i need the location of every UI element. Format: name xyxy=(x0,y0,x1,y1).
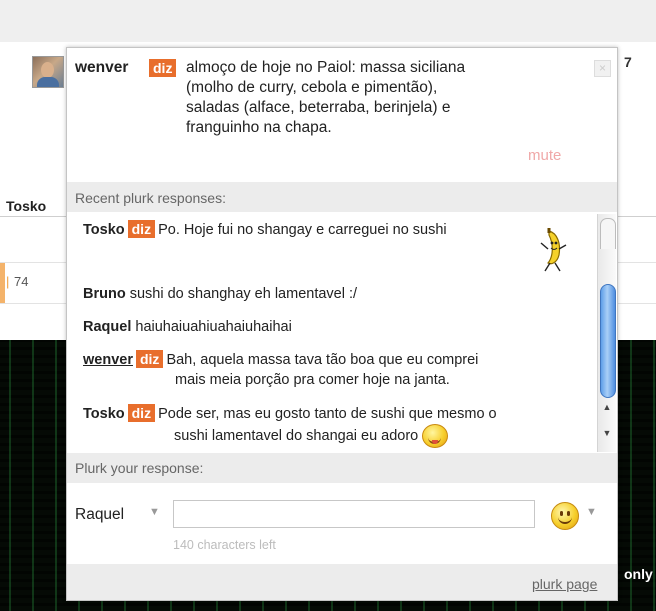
scroll-up-arrow-icon[interactable]: ▲ xyxy=(601,402,613,412)
mute-link[interactable]: mute xyxy=(528,147,561,164)
background-bar-accent xyxy=(0,263,5,303)
response-item: Bruno sushi do shanghay eh lamentavel :/ xyxy=(83,284,357,304)
background-bar-separator: | xyxy=(6,274,10,289)
avatar-body xyxy=(37,77,59,87)
response-text: Pode ser, mas eu gosto tanto de sushi qu… xyxy=(158,406,497,422)
response-author[interactable]: Tosko xyxy=(83,222,125,238)
response-text-continued: mais meia porção pra comer hoje na janta… xyxy=(175,372,450,388)
background-user-name: Tosko xyxy=(6,198,47,214)
responses-list[interactable]: Tosko diz Po. Hoje fui no shangay e carreg… xyxy=(67,213,597,453)
close-icon[interactable]: × xyxy=(594,60,611,77)
avatar-face xyxy=(41,62,54,78)
smiley-icon[interactable] xyxy=(551,502,579,530)
dancing-banana-icon xyxy=(540,228,567,272)
plurk-popup: wenver diz almoço de hoje no Paiol: mass… xyxy=(66,47,618,601)
plurk-page-link[interactable]: plurk page xyxy=(532,576,597,592)
response-text: sushi do shanghay eh lamentavel :/ xyxy=(129,286,358,302)
response-item: Tosko diz Pode ser, mas eu gosto tanto de … xyxy=(83,404,497,424)
qualifier-badge: diz xyxy=(127,220,156,238)
response-author[interactable]: wenver xyxy=(83,352,133,368)
background-top-band xyxy=(0,0,656,42)
chars-left-counter: 140 characters left xyxy=(173,538,276,552)
responses-header-label: Recent plurk responses: xyxy=(75,190,226,206)
background-count: 7 xyxy=(624,54,632,70)
plurk-author[interactable]: wenver xyxy=(75,58,128,78)
scrollbar-track-cap xyxy=(600,218,616,249)
response-text: Po. Hoje fui no shangay e carreguei no s… xyxy=(158,222,447,238)
response-author[interactable]: Bruno xyxy=(83,286,126,302)
qualifier-badge: diz xyxy=(127,404,156,422)
responses-scrollbar[interactable]: ▲ ▼ xyxy=(597,214,616,452)
response-text-continued: sushi lamentavel do shangai eu adoro xyxy=(174,424,449,448)
response-text: haiuhaiuahiuahaiuhaihai xyxy=(135,319,292,335)
response-item: Tosko diz Po. Hoje fui no shangay e carreg… xyxy=(83,220,447,240)
avatar[interactable] xyxy=(32,56,64,88)
response-author[interactable]: Raquel xyxy=(83,319,131,335)
scroll-down-arrow-icon[interactable]: ▼ xyxy=(601,428,613,438)
qualifier-badge: diz xyxy=(135,350,164,368)
response-author[interactable]: Tosko xyxy=(83,406,125,422)
response-item: Raquel haiuhaiuahiuahaiuhaihai xyxy=(83,317,292,337)
response-text-line2: sushi lamentavel do shangai eu adoro xyxy=(174,427,419,444)
qualifier-badge: diz xyxy=(149,59,177,77)
response-text: Bah, aquela massa tava tão boa que eu co… xyxy=(166,352,479,368)
compose-user-select[interactable]: Raquel xyxy=(75,506,124,524)
responses-header: Recent plurk responses: xyxy=(67,182,617,212)
compose-header: Plurk your response: xyxy=(67,453,617,483)
chevron-down-icon[interactable]: ▼ xyxy=(149,506,160,518)
tongue-smile-icon xyxy=(422,424,449,448)
compose-header-label: Plurk your response: xyxy=(75,460,204,476)
background-bar-number: 74 xyxy=(14,274,29,289)
plurk-text: almoço de hoje no Paiol: massa siciliana… xyxy=(186,59,466,136)
background-only-text: only xyxy=(624,566,653,582)
response-item: wenver diz Bah, aquela massa tava tão boa … xyxy=(83,350,478,370)
emoticon-dropdown-icon[interactable]: ▼ xyxy=(586,506,597,518)
scrollbar-thumb[interactable] xyxy=(600,284,616,398)
response-input[interactable] xyxy=(173,500,535,528)
